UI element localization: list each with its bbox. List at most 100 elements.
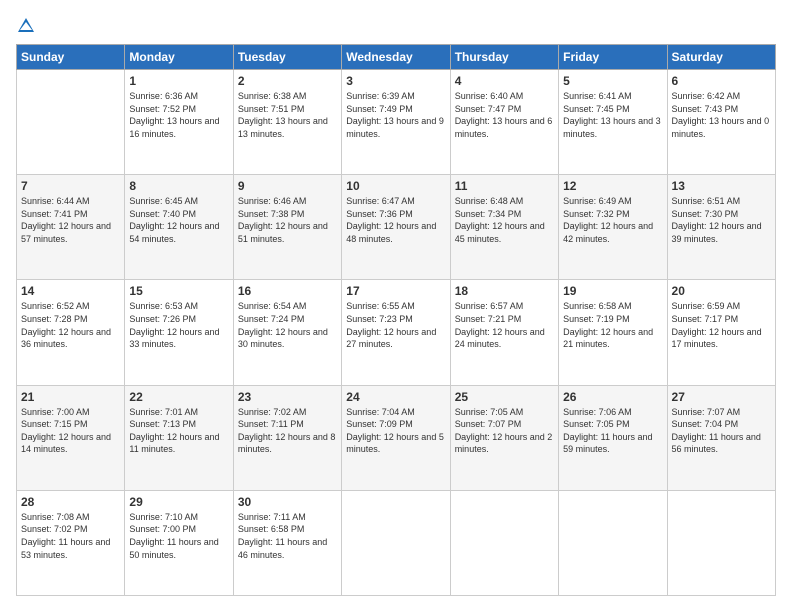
- calendar-cell: 28 Sunrise: 7:08 AMSunset: 7:02 PMDaylig…: [17, 490, 125, 595]
- calendar-cell: 18 Sunrise: 6:57 AMSunset: 7:21 PMDaylig…: [450, 280, 558, 385]
- cell-details: Sunrise: 7:10 AMSunset: 7:00 PMDaylight:…: [129, 512, 218, 560]
- day-number: 18: [455, 284, 554, 298]
- cell-details: Sunrise: 6:49 AMSunset: 7:32 PMDaylight:…: [563, 196, 653, 244]
- calendar-cell: 19 Sunrise: 6:58 AMSunset: 7:19 PMDaylig…: [559, 280, 667, 385]
- day-number: 12: [563, 179, 662, 193]
- calendar-cell: 20 Sunrise: 6:59 AMSunset: 7:17 PMDaylig…: [667, 280, 775, 385]
- calendar-cell: 23 Sunrise: 7:02 AMSunset: 7:11 PMDaylig…: [233, 385, 341, 490]
- cell-details: Sunrise: 6:51 AMSunset: 7:30 PMDaylight:…: [672, 196, 762, 244]
- calendar-cell: 14 Sunrise: 6:52 AMSunset: 7:28 PMDaylig…: [17, 280, 125, 385]
- cell-details: Sunrise: 6:48 AMSunset: 7:34 PMDaylight:…: [455, 196, 545, 244]
- calendar-cell: 17 Sunrise: 6:55 AMSunset: 7:23 PMDaylig…: [342, 280, 450, 385]
- calendar-header: SundayMondayTuesdayWednesdayThursdayFrid…: [17, 45, 776, 70]
- cell-details: Sunrise: 6:55 AMSunset: 7:23 PMDaylight:…: [346, 301, 436, 349]
- week-row-3: 21 Sunrise: 7:00 AMSunset: 7:15 PMDaylig…: [17, 385, 776, 490]
- header-sunday: Sunday: [17, 45, 125, 70]
- header-tuesday: Tuesday: [233, 45, 341, 70]
- day-number: 11: [455, 179, 554, 193]
- day-number: 2: [238, 74, 337, 88]
- calendar-cell: 4 Sunrise: 6:40 AMSunset: 7:47 PMDayligh…: [450, 70, 558, 175]
- day-number: 7: [21, 179, 120, 193]
- day-number: 24: [346, 390, 445, 404]
- day-number: 29: [129, 495, 228, 509]
- cell-details: Sunrise: 7:00 AMSunset: 7:15 PMDaylight:…: [21, 407, 111, 455]
- calendar-cell: 3 Sunrise: 6:39 AMSunset: 7:49 PMDayligh…: [342, 70, 450, 175]
- calendar-cell: 24 Sunrise: 7:04 AMSunset: 7:09 PMDaylig…: [342, 385, 450, 490]
- cell-details: Sunrise: 7:02 AMSunset: 7:11 PMDaylight:…: [238, 407, 336, 455]
- calendar-body: 1 Sunrise: 6:36 AMSunset: 7:52 PMDayligh…: [17, 70, 776, 596]
- calendar-cell: [667, 490, 775, 595]
- day-number: 20: [672, 284, 771, 298]
- header-row: SundayMondayTuesdayWednesdayThursdayFrid…: [17, 45, 776, 70]
- week-row-4: 28 Sunrise: 7:08 AMSunset: 7:02 PMDaylig…: [17, 490, 776, 595]
- header-friday: Friday: [559, 45, 667, 70]
- day-number: 13: [672, 179, 771, 193]
- cell-details: Sunrise: 7:04 AMSunset: 7:09 PMDaylight:…: [346, 407, 444, 455]
- day-number: 21: [21, 390, 120, 404]
- calendar-cell: [342, 490, 450, 595]
- calendar-cell: 10 Sunrise: 6:47 AMSunset: 7:36 PMDaylig…: [342, 175, 450, 280]
- calendar-cell: 25 Sunrise: 7:05 AMSunset: 7:07 PMDaylig…: [450, 385, 558, 490]
- cell-details: Sunrise: 6:58 AMSunset: 7:19 PMDaylight:…: [563, 301, 653, 349]
- calendar-table: SundayMondayTuesdayWednesdayThursdayFrid…: [16, 44, 776, 596]
- cell-details: Sunrise: 6:36 AMSunset: 7:52 PMDaylight:…: [129, 91, 219, 139]
- day-number: 8: [129, 179, 228, 193]
- calendar-cell: [17, 70, 125, 175]
- day-number: 22: [129, 390, 228, 404]
- calendar-cell: 2 Sunrise: 6:38 AMSunset: 7:51 PMDayligh…: [233, 70, 341, 175]
- day-number: 14: [21, 284, 120, 298]
- cell-details: Sunrise: 7:01 AMSunset: 7:13 PMDaylight:…: [129, 407, 219, 455]
- header-saturday: Saturday: [667, 45, 775, 70]
- header-thursday: Thursday: [450, 45, 558, 70]
- calendar-cell: 12 Sunrise: 6:49 AMSunset: 7:32 PMDaylig…: [559, 175, 667, 280]
- calendar-cell: [450, 490, 558, 595]
- calendar-cell: 7 Sunrise: 6:44 AMSunset: 7:41 PMDayligh…: [17, 175, 125, 280]
- day-number: 26: [563, 390, 662, 404]
- day-number: 5: [563, 74, 662, 88]
- calendar-cell: [559, 490, 667, 595]
- cell-details: Sunrise: 6:39 AMSunset: 7:49 PMDaylight:…: [346, 91, 444, 139]
- day-number: 1: [129, 74, 228, 88]
- calendar-cell: 13 Sunrise: 6:51 AMSunset: 7:30 PMDaylig…: [667, 175, 775, 280]
- header: [16, 16, 776, 36]
- day-number: 15: [129, 284, 228, 298]
- header-wednesday: Wednesday: [342, 45, 450, 70]
- calendar-cell: 26 Sunrise: 7:06 AMSunset: 7:05 PMDaylig…: [559, 385, 667, 490]
- cell-details: Sunrise: 6:52 AMSunset: 7:28 PMDaylight:…: [21, 301, 111, 349]
- week-row-1: 7 Sunrise: 6:44 AMSunset: 7:41 PMDayligh…: [17, 175, 776, 280]
- week-row-2: 14 Sunrise: 6:52 AMSunset: 7:28 PMDaylig…: [17, 280, 776, 385]
- calendar-cell: 8 Sunrise: 6:45 AMSunset: 7:40 PMDayligh…: [125, 175, 233, 280]
- day-number: 19: [563, 284, 662, 298]
- logo-icon: [16, 16, 36, 36]
- calendar-cell: 21 Sunrise: 7:00 AMSunset: 7:15 PMDaylig…: [17, 385, 125, 490]
- calendar-cell: 29 Sunrise: 7:10 AMSunset: 7:00 PMDaylig…: [125, 490, 233, 595]
- day-number: 25: [455, 390, 554, 404]
- cell-details: Sunrise: 7:05 AMSunset: 7:07 PMDaylight:…: [455, 407, 553, 455]
- day-number: 10: [346, 179, 445, 193]
- calendar-cell: 30 Sunrise: 7:11 AMSunset: 6:58 PMDaylig…: [233, 490, 341, 595]
- cell-details: Sunrise: 6:41 AMSunset: 7:45 PMDaylight:…: [563, 91, 661, 139]
- cell-details: Sunrise: 6:54 AMSunset: 7:24 PMDaylight:…: [238, 301, 328, 349]
- calendar-cell: 22 Sunrise: 7:01 AMSunset: 7:13 PMDaylig…: [125, 385, 233, 490]
- cell-details: Sunrise: 7:06 AMSunset: 7:05 PMDaylight:…: [563, 407, 652, 455]
- day-number: 6: [672, 74, 771, 88]
- day-number: 9: [238, 179, 337, 193]
- day-number: 4: [455, 74, 554, 88]
- cell-details: Sunrise: 6:44 AMSunset: 7:41 PMDaylight:…: [21, 196, 111, 244]
- calendar-cell: 11 Sunrise: 6:48 AMSunset: 7:34 PMDaylig…: [450, 175, 558, 280]
- cell-details: Sunrise: 6:40 AMSunset: 7:47 PMDaylight:…: [455, 91, 553, 139]
- cell-details: Sunrise: 6:59 AMSunset: 7:17 PMDaylight:…: [672, 301, 762, 349]
- calendar-cell: 27 Sunrise: 7:07 AMSunset: 7:04 PMDaylig…: [667, 385, 775, 490]
- header-monday: Monday: [125, 45, 233, 70]
- day-number: 16: [238, 284, 337, 298]
- calendar-cell: 1 Sunrise: 6:36 AMSunset: 7:52 PMDayligh…: [125, 70, 233, 175]
- cell-details: Sunrise: 6:57 AMSunset: 7:21 PMDaylight:…: [455, 301, 545, 349]
- day-number: 23: [238, 390, 337, 404]
- cell-details: Sunrise: 7:07 AMSunset: 7:04 PMDaylight:…: [672, 407, 761, 455]
- calendar-cell: 9 Sunrise: 6:46 AMSunset: 7:38 PMDayligh…: [233, 175, 341, 280]
- page: SundayMondayTuesdayWednesdayThursdayFrid…: [0, 0, 792, 612]
- cell-details: Sunrise: 6:53 AMSunset: 7:26 PMDaylight:…: [129, 301, 219, 349]
- week-row-0: 1 Sunrise: 6:36 AMSunset: 7:52 PMDayligh…: [17, 70, 776, 175]
- cell-details: Sunrise: 7:11 AMSunset: 6:58 PMDaylight:…: [238, 512, 327, 560]
- day-number: 17: [346, 284, 445, 298]
